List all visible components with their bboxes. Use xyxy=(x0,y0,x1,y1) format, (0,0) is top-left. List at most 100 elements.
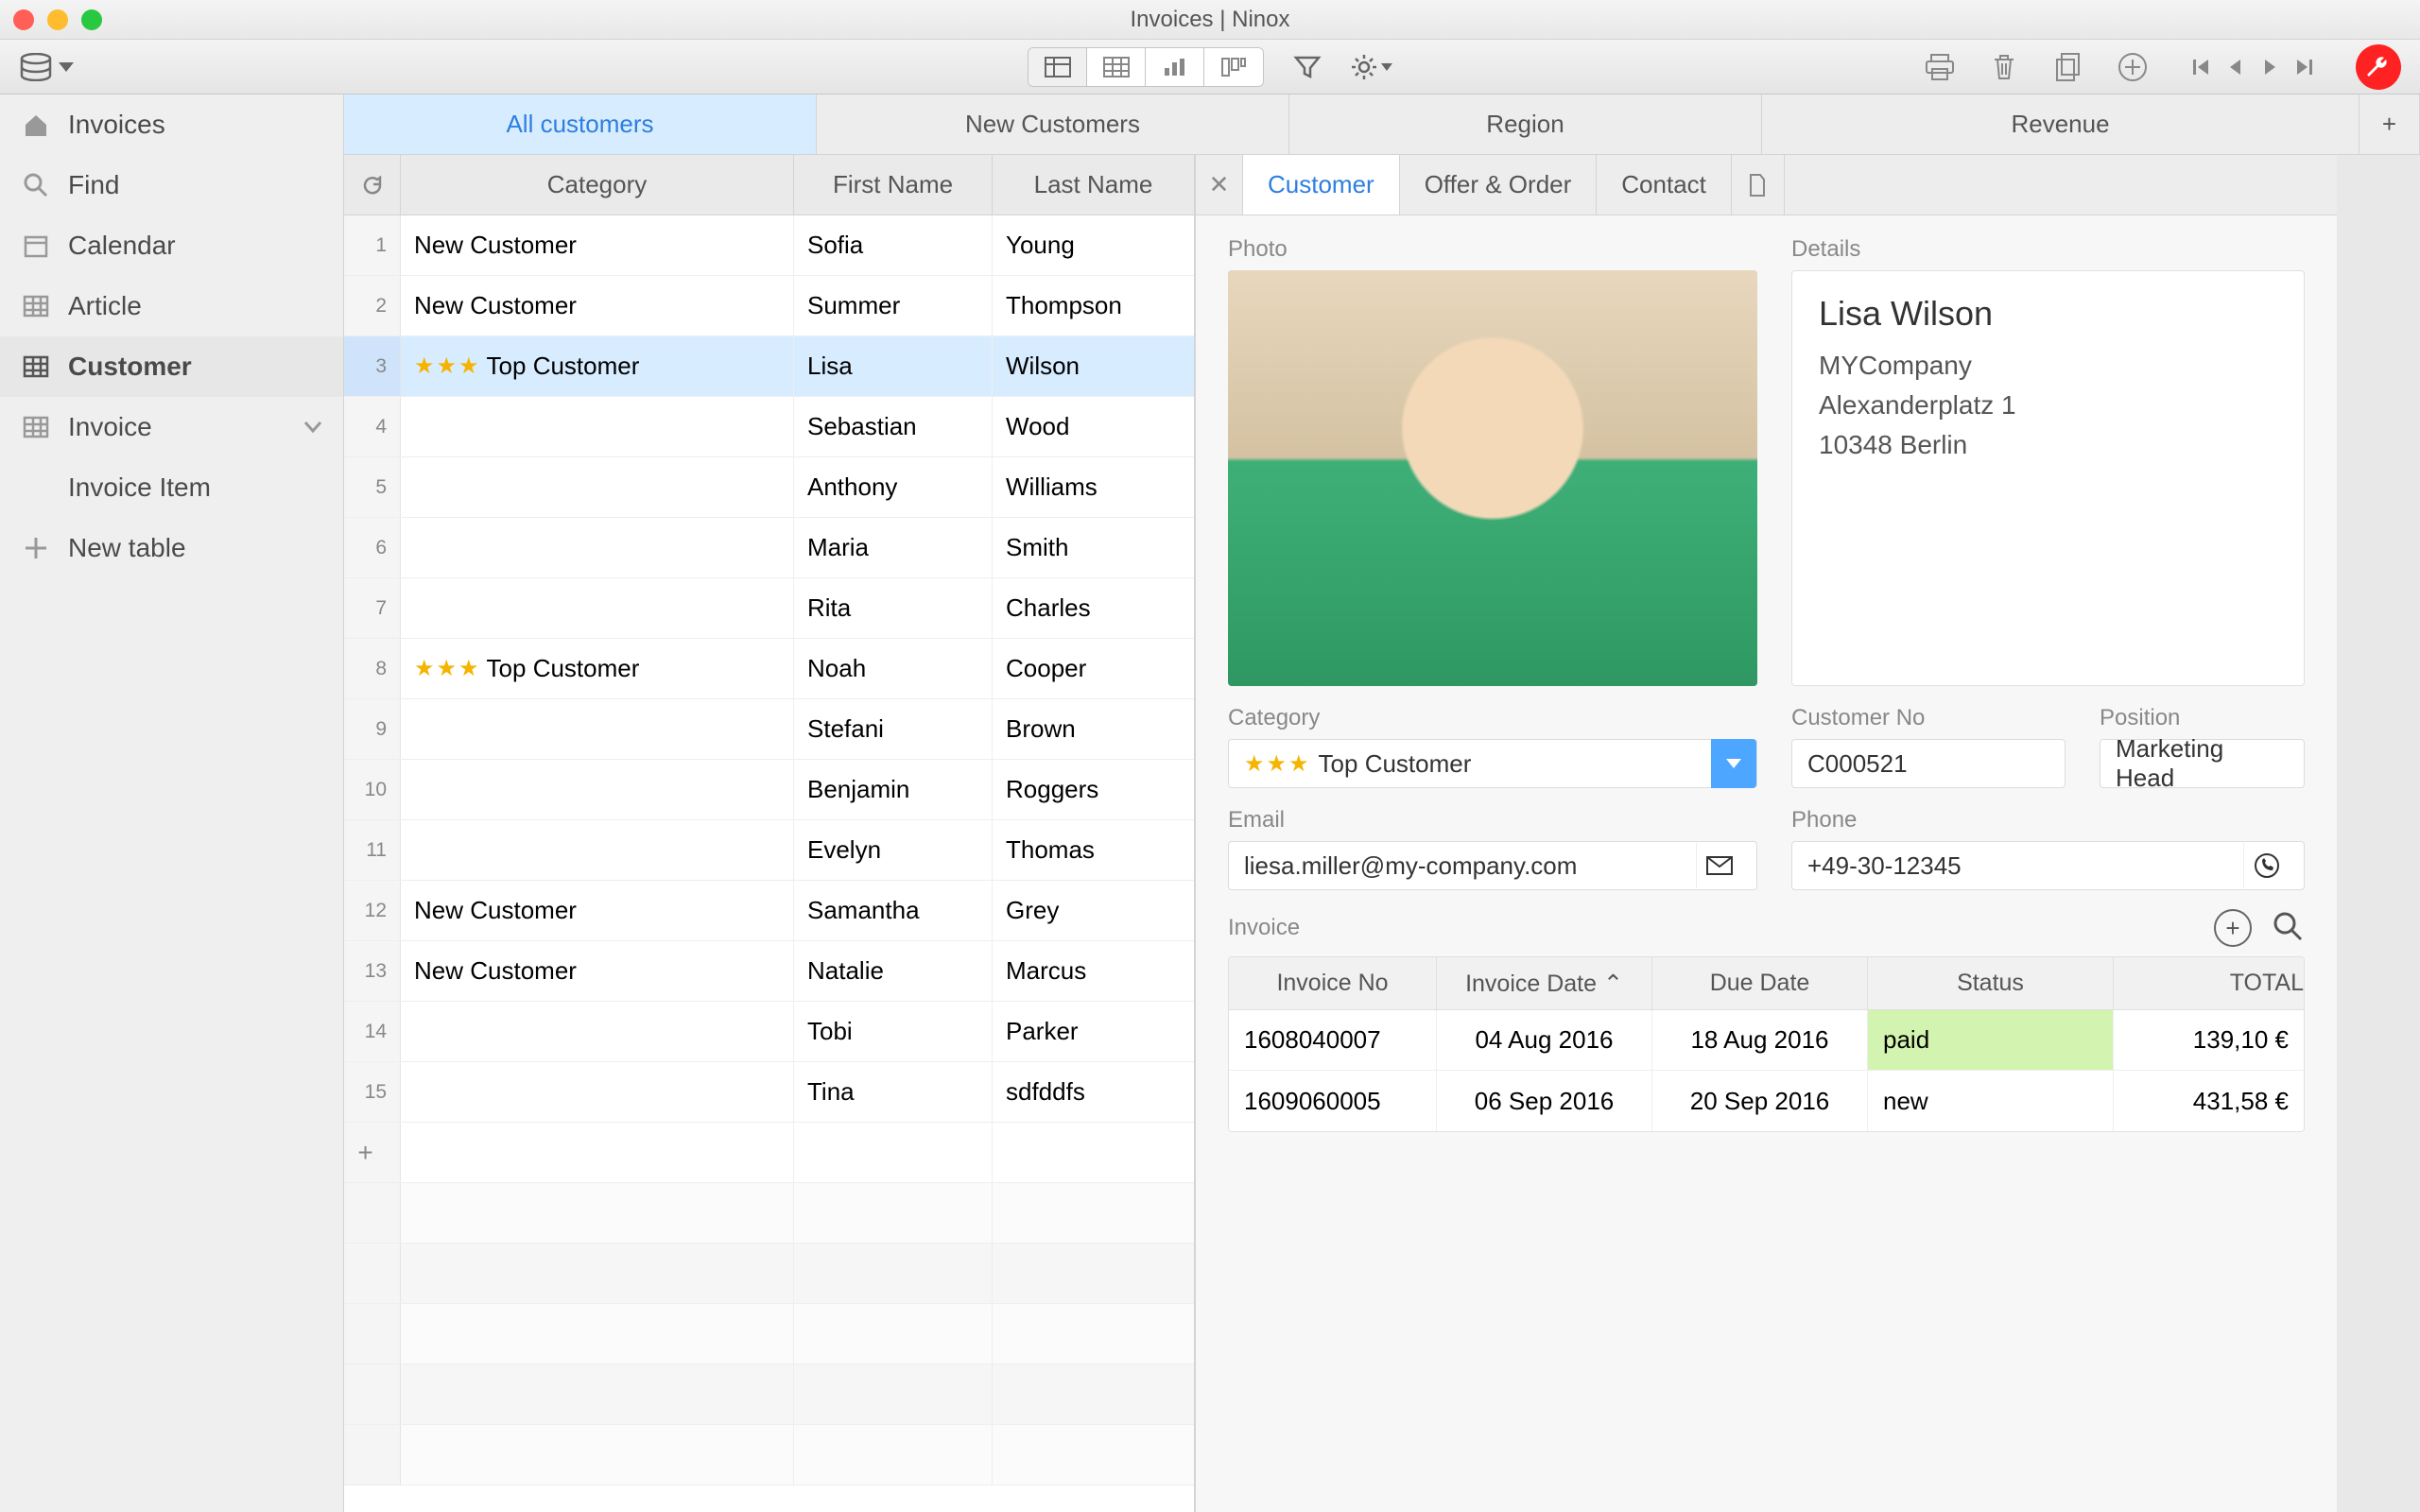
table-row[interactable]: 2New CustomerSummerThompson xyxy=(344,276,1194,336)
sidebar-item-calendar[interactable]: Calendar xyxy=(0,215,343,276)
sidebar-item-invoice[interactable]: Invoice xyxy=(0,397,343,457)
add-record-button[interactable] xyxy=(2112,48,2153,86)
view-chart-button[interactable] xyxy=(1146,48,1204,86)
table-row[interactable]: 5AnthonyWilliams xyxy=(344,457,1194,518)
add-view-tab-button[interactable]: + xyxy=(2360,94,2420,154)
add-invoice-button[interactable]: + xyxy=(2214,909,2252,947)
cell-first-name: Evelyn xyxy=(794,820,993,880)
cell-first-name: Tobi xyxy=(794,1002,993,1061)
table-row[interactable]: 15Tinasdfddfs xyxy=(344,1062,1194,1123)
customer-name: Lisa Wilson xyxy=(1819,294,2277,334)
invoice-row[interactable]: 160906000506 Sep 201620 Sep 2016new431,5… xyxy=(1229,1071,2304,1131)
view-table-button[interactable] xyxy=(1087,48,1146,86)
chevron-down-icon xyxy=(59,62,74,72)
filter-button[interactable] xyxy=(1287,48,1328,86)
search-invoice-button[interactable] xyxy=(2271,909,2305,947)
table-row[interactable]: 12New CustomerSamanthaGrey xyxy=(344,881,1194,941)
table-row[interactable]: 11EvelynThomas xyxy=(344,820,1194,881)
detail-tab-customer[interactable]: Customer xyxy=(1243,155,1400,215)
sidebar-item-find[interactable]: Find xyxy=(0,155,343,215)
cell-last-name: sdfddfs xyxy=(993,1062,1194,1122)
empty-row xyxy=(344,1183,1194,1244)
invoice-col-no[interactable]: Invoice No xyxy=(1229,957,1437,1009)
table-row[interactable]: 9StefaniBrown xyxy=(344,699,1194,760)
sidebar-item-new-table[interactable]: New table xyxy=(0,518,343,578)
view-kanban-button[interactable] xyxy=(1204,48,1263,86)
dropdown-button[interactable] xyxy=(1711,739,1756,788)
close-window-button[interactable] xyxy=(13,9,34,30)
cell-category: New Customer xyxy=(401,941,794,1001)
cell-category: New Customer xyxy=(401,881,794,940)
mail-icon[interactable] xyxy=(1696,843,1741,888)
cell-last-name: Wood xyxy=(993,397,1194,456)
table-row[interactable]: 10BenjaminRoggers xyxy=(344,760,1194,820)
cell-last-name: Thompson xyxy=(993,276,1194,335)
settings-button[interactable] xyxy=(1351,48,1392,86)
delete-button[interactable] xyxy=(1983,48,2025,86)
email-field[interactable]: liesa.miller@my-company.com xyxy=(1228,841,1757,890)
sidebar-item-article[interactable]: Article xyxy=(0,276,343,336)
row-number: 5 xyxy=(344,457,401,517)
sidebar-item-invoice-item[interactable]: Invoice Item xyxy=(0,457,343,518)
table-row[interactable]: 8★★★ Top CustomerNoahCooper xyxy=(344,639,1194,699)
column-header-category[interactable]: Category xyxy=(401,155,794,215)
customer-photo[interactable] xyxy=(1228,270,1757,686)
table-row[interactable]: 6MariaSmith xyxy=(344,518,1194,578)
toolbar xyxy=(0,40,2420,94)
cell-last-name: Parker xyxy=(993,1002,1194,1061)
detail-tab-offer-order[interactable]: Offer & Order xyxy=(1400,155,1598,215)
add-row-button[interactable]: + xyxy=(344,1123,1194,1183)
table-row[interactable]: 4SebastianWood xyxy=(344,397,1194,457)
sidebar-item-customer[interactable]: Customer xyxy=(0,336,343,397)
invoice-col-date[interactable]: Invoice Date ⌃ xyxy=(1437,957,1652,1009)
invoice-col-due[interactable]: Due Date xyxy=(1652,957,1868,1009)
invoice-col-status[interactable]: Status xyxy=(1868,957,2114,1009)
phone-field[interactable]: +49-30-12345 xyxy=(1791,841,2305,890)
table-icon xyxy=(21,352,51,382)
print-button[interactable] xyxy=(1919,48,1961,86)
table-row[interactable]: 14TobiParker xyxy=(344,1002,1194,1062)
table-row[interactable]: 7RitaCharles xyxy=(344,578,1194,639)
row-number: 2 xyxy=(344,276,401,335)
admin-button[interactable] xyxy=(2356,44,2401,90)
cell-first-name: Samantha xyxy=(794,881,993,940)
close-detail-button[interactable]: ✕ xyxy=(1196,155,1243,215)
nav-prev-button[interactable] xyxy=(2225,57,2246,77)
view-mode-group xyxy=(1028,47,1264,87)
nav-first-button[interactable] xyxy=(2191,57,2212,77)
category-select[interactable]: ★★★ Top Customer xyxy=(1228,739,1757,788)
database-icon xyxy=(19,53,53,81)
nav-next-button[interactable] xyxy=(2259,57,2280,77)
table-row[interactable]: 1New CustomerSofiaYoung xyxy=(344,215,1194,276)
table-row[interactable]: 3★★★ Top CustomerLisaWilson xyxy=(344,336,1194,397)
view-tab-all-customers[interactable]: All customers xyxy=(344,94,817,154)
empty-row xyxy=(344,1425,1194,1486)
column-header-last-name[interactable]: Last Name xyxy=(993,155,1194,215)
view-tab-region[interactable]: Region xyxy=(1289,94,1762,154)
printer-icon xyxy=(1925,53,1955,81)
view-form-button[interactable] xyxy=(1028,48,1087,86)
cell-last-name: Roggers xyxy=(993,760,1194,819)
invoice-col-total[interactable]: TOTAL xyxy=(2114,957,2304,1009)
table-row[interactable]: 13New CustomerNatalieMarcus xyxy=(344,941,1194,1002)
customer-no-field[interactable]: C000521 xyxy=(1791,739,2066,788)
row-number: 9 xyxy=(344,699,401,759)
titlebar: Invoices | Ninox xyxy=(0,0,2420,40)
table-header: Category First Name Last Name xyxy=(344,155,1194,215)
duplicate-button[interactable] xyxy=(2048,48,2089,86)
invoice-row[interactable]: 160804000704 Aug 201618 Aug 2016paid139,… xyxy=(1229,1010,2304,1071)
database-menu-button[interactable] xyxy=(19,53,74,81)
view-tab-new-customers[interactable]: New Customers xyxy=(817,94,1289,154)
zoom-window-button[interactable] xyxy=(81,9,102,30)
column-header-first-name[interactable]: First Name xyxy=(794,155,993,215)
nav-last-button[interactable] xyxy=(2293,57,2314,77)
view-tab-revenue[interactable]: Revenue xyxy=(1762,94,2360,154)
refresh-button[interactable] xyxy=(344,155,401,215)
sidebar-item-invoices-home[interactable]: Invoices xyxy=(0,94,343,155)
detail-tab-attachment[interactable] xyxy=(1732,155,1785,215)
row-number: 7 xyxy=(344,578,401,638)
phone-icon[interactable] xyxy=(2243,843,2289,888)
detail-tab-contact[interactable]: Contact xyxy=(1597,155,1732,215)
position-field[interactable]: Marketing Head xyxy=(2100,739,2305,788)
minimize-window-button[interactable] xyxy=(47,9,68,30)
